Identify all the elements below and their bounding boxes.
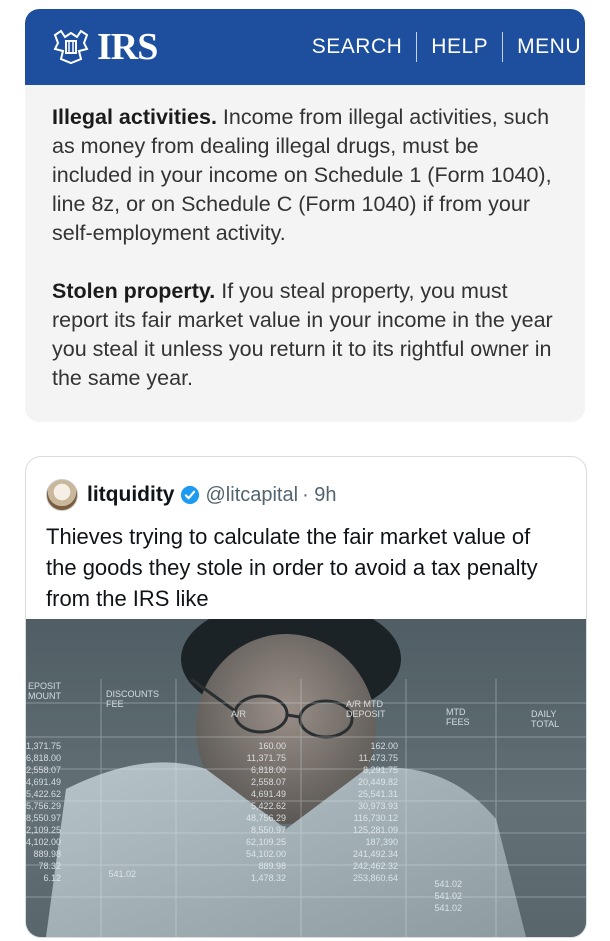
sheet-cell: 6,818.00 [26,753,61,763]
sheet-cell: 11,371.75 [247,753,286,763]
verified-badge-icon [180,485,199,505]
stolen-property-paragraph: Stolen property. If you steal property, … [52,277,558,393]
eagle-icon [53,29,89,65]
irs-card: IRS SEARCH HELP MENU Illegal activities.… [25,9,585,422]
sheet-cell: 6,818.00 [251,765,286,775]
sheet-cell: 11,371.75 [26,741,61,751]
sheet-cell: 889.98 [33,849,61,859]
sheet-cell: 241,492.34 [353,849,398,859]
sheet-cell: 116,730.12 [354,813,398,823]
sheet-cell: 541.02 [434,891,462,901]
sheet-cell: 242,462.32 [353,861,398,871]
media-illustration: EPOSITMOUNT DISCOUNTSFEE A/R A/R MTDDEPOSIT… [26,619,586,937]
irs-logo-text: IRS [97,26,158,68]
tweet-header: litquidity @litcapital · 9h [26,457,586,511]
sheet-cell: 160.00 [258,741,286,751]
sheet-column-header: DISCOUNTS [106,689,159,699]
sheet-column-header: MTD [446,707,466,717]
sheet-column-header: EPOSIT [28,681,62,691]
sheet-cell: 5,422.62 [251,801,286,811]
sheet-cell: 6.12 [43,873,61,883]
paragraph-heading: Stolen property. [52,279,216,303]
sheet-cell: 1,478.32 [251,873,286,883]
sheet-cell: 78.32 [38,861,61,871]
sheet-cell: 11,473.75 [359,753,398,763]
sheet-cell: 541.02 [434,903,462,913]
sheet-cell: 54,102.00 [246,849,286,859]
tweet-handle[interactable]: @litcapital [206,484,299,507]
irs-content: Illegal activities. Income from illegal … [25,85,585,393]
tweet-timestamp[interactable]: · 9h [302,484,336,507]
nav-help-link[interactable]: HELP [417,35,502,59]
quoted-tweet-card[interactable]: litquidity @litcapital · 9h Thieves tryi… [25,456,587,938]
sheet-column-header: MOUNT [28,691,61,701]
sheet-column-header: A/R MTD [346,699,383,709]
sheet-column-header: FEE [106,699,124,709]
irs-header: IRS SEARCH HELP MENU [25,9,585,85]
avatar[interactable] [46,479,78,511]
sheet-cell: 30,973.93 [358,801,398,811]
sheet-cell: 25,541.31 [358,789,398,799]
sheet-cell: 48,756.29 [246,813,286,823]
sheet-column-header: FEES [446,717,470,727]
sheet-cell: 253,860.64 [353,873,398,883]
tweet-author-name[interactable]: litquidity [87,483,175,507]
irs-logo[interactable]: IRS [51,25,158,69]
sheet-column-header: DAILY [531,709,556,719]
sheet-cell: 62,109.25 [26,825,61,835]
sheet-cell: 541.02 [434,879,462,889]
illegal-activities-paragraph: Illegal activities. Income from illegal … [52,103,558,248]
sheet-cell: 889.98 [258,861,286,871]
sheet-cell: 8,550.97 [26,813,61,823]
sheet-cell: 62,109.25 [246,837,286,847]
sheet-column-header: TOTAL [531,719,559,729]
sheet-cell: 20,449.82 [358,777,398,787]
sheet-column-header: A/R [231,709,247,719]
sheet-cell: 8,550.97 [251,825,286,835]
sheet-column-header: DEPOSIT [346,709,386,719]
sheet-cell: 5,422.62 [26,789,61,799]
tweet-text: Thieves trying to calculate the fair mar… [46,524,538,611]
nav-menu-link[interactable]: MENU [503,35,581,59]
sheet-cell: 8,291.75 [363,765,398,775]
sheet-cell: 541.02 [108,869,136,879]
paragraph-heading: Illegal activities. [52,105,217,129]
sheet-cell: 125,281.09 [353,825,398,835]
sheet-cell: 4,691.49 [26,777,61,787]
sheet-cell: 54,102.00 [26,837,61,847]
sheet-cell: 2,558.07 [251,777,286,787]
sheet-cell: 5,756.29 [26,801,61,811]
tweet-media-image[interactable]: EPOSIT MOUNT DISCOUNTS FEE A/R A/R MTD DEPOSIT… [26,619,586,937]
sheet-cell: 187,390 [365,837,398,847]
irs-nav: SEARCH HELP MENU [298,32,581,62]
nav-search-link[interactable]: SEARCH [298,35,417,59]
sheet-cell: 2,558.07 [26,765,61,775]
sheet-cell: 4,691.49 [251,789,286,799]
sheet-cell: 162.00 [370,741,398,751]
